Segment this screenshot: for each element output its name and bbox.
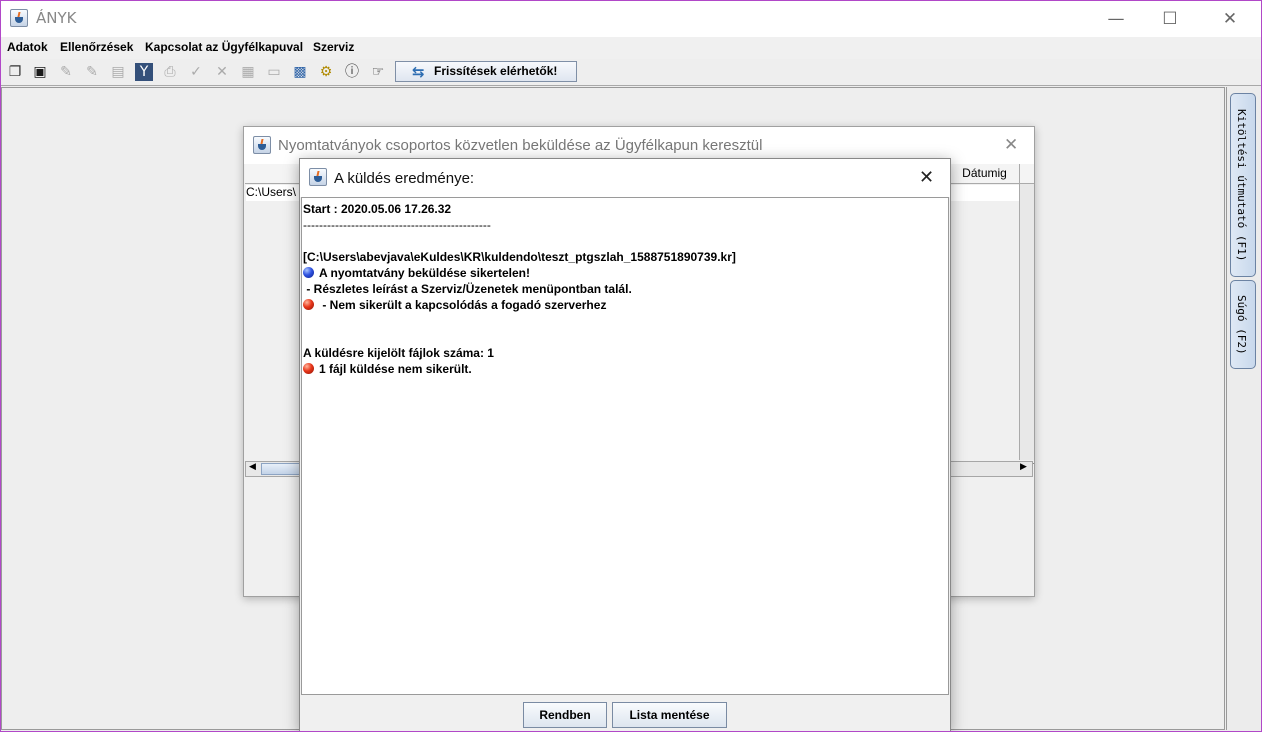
settings-icon[interactable]: ⚙ bbox=[317, 63, 335, 81]
save-list-button[interactable]: Lista mentése bbox=[612, 702, 727, 728]
java-app-icon bbox=[10, 9, 28, 27]
close-icon[interactable]: ✕ bbox=[1207, 7, 1253, 33]
send-result-dialog-title: A küldés eredménye: bbox=[334, 170, 475, 187]
send-result-dialog: A küldés eredménye: ✕ Start : 2020.05.06… bbox=[299, 158, 951, 732]
table-header-path[interactable] bbox=[245, 164, 300, 184]
updates-available-button[interactable]: ⇆ Frissítések elérhetők! bbox=[395, 61, 577, 82]
menu-szerviz[interactable]: Szerviz bbox=[313, 40, 354, 54]
menu-ellenorzesek[interactable]: Ellenőrzések bbox=[60, 40, 133, 54]
log-details: - Részletes leírást a Szerviz/Üzenetek m… bbox=[303, 282, 632, 296]
log-connection-error: - Nem sikerült a kapcsolódás a fogadó sz… bbox=[319, 298, 607, 312]
log-file-count: A küldésre kijelölt fájlok száma: 1 bbox=[303, 346, 494, 360]
bulk-send-dialog-title: Nyomtatványok csoportos közvetlen beküld… bbox=[278, 137, 763, 154]
menu-adatok[interactable]: Adatok bbox=[7, 40, 48, 54]
log-status-line: A nyomtatvány beküldése sikertelen! bbox=[303, 265, 948, 281]
menu-bar: Adatok Ellenőrzések Kapcsolat az Ügyfélk… bbox=[1, 37, 1261, 59]
blue-status-icon bbox=[303, 267, 314, 278]
main-title-bar[interactable]: ÁNYK — ☐ ✕ bbox=[1, 1, 1261, 37]
log-send-failed-line: 1 fájl küldése nem sikerült. bbox=[303, 361, 948, 377]
edit-doc2-icon[interactable]: ✎ bbox=[83, 63, 101, 81]
app-title: ÁNYK bbox=[36, 9, 77, 27]
form-icon[interactable]: Y bbox=[135, 63, 153, 81]
pages-icon[interactable]: ▦ bbox=[239, 63, 257, 81]
doc-icon[interactable]: ▤ bbox=[109, 63, 127, 81]
log-start-line: Start : 2020.05.06 17.26.32 bbox=[303, 202, 452, 216]
info-icon[interactable]: ⓘ bbox=[343, 63, 361, 81]
edit-doc-icon[interactable]: ✎ bbox=[57, 63, 75, 81]
ok-button[interactable]: Rendben bbox=[523, 702, 607, 728]
calculator-icon[interactable]: ▩ bbox=[291, 63, 309, 81]
pointer-hand-icon[interactable]: ☞ bbox=[369, 63, 387, 81]
result-log-area[interactable]: Start : 2020.05.06 17.26.32 ------------… bbox=[301, 197, 949, 695]
close-icon[interactable]: ✕ bbox=[1004, 135, 1018, 155]
delete-icon[interactable]: ✕ bbox=[213, 63, 231, 81]
scroll-thumb[interactable] bbox=[261, 463, 301, 475]
log-status-failed: A nyomtatvány beküldése sikertelen! bbox=[319, 266, 530, 280]
table-vertical-scrollbar[interactable] bbox=[1019, 184, 1034, 460]
save-icon[interactable]: ▣ bbox=[31, 63, 49, 81]
tab-sugo[interactable]: Súgó (F2) bbox=[1230, 280, 1256, 369]
minimize-icon[interactable]: — bbox=[1093, 7, 1139, 33]
print-icon[interactable]: ⎙ bbox=[161, 63, 179, 81]
log-empty-line bbox=[303, 329, 948, 345]
table-header-filler bbox=[1019, 164, 1034, 184]
updates-available-label: Frissítések elérhetők! bbox=[434, 64, 558, 78]
scroll-right-icon[interactable]: ▶ bbox=[1020, 462, 1027, 472]
send-result-dialog-title-bar[interactable]: A küldés eredménye: ✕ bbox=[300, 159, 950, 197]
log-connection-line: - Nem sikerült a kapcsolódás a fogadó sz… bbox=[303, 297, 948, 313]
scroll-left-icon[interactable]: ◀ bbox=[249, 462, 256, 472]
table-header-datumig[interactable]: Dátumig bbox=[949, 164, 1019, 184]
refresh-icon: ⇆ bbox=[412, 63, 425, 81]
log-empty-line bbox=[303, 313, 948, 329]
java-dialog-icon bbox=[253, 136, 271, 154]
copy-icon[interactable]: ❐ bbox=[6, 63, 24, 81]
keyboard-icon[interactable]: ▭ bbox=[265, 63, 283, 81]
log-file-path: [C:\Users\abevjava\eKuldes\KR\kuldendo\t… bbox=[303, 250, 736, 264]
maximize-icon[interactable]: ☐ bbox=[1147, 7, 1193, 33]
side-panel: Kitöltési útmutató (F1) Súgó (F2) bbox=[1226, 87, 1261, 730]
red-error-icon bbox=[303, 363, 314, 374]
toolbar: ❐ ▣ ✎ ✎ ▤ Y ⎙ ✓ ✕ ▦ ▭ ▩ ⚙ ⓘ ☞ ⇆ Frissíté… bbox=[1, 59, 1261, 86]
log-empty-line bbox=[303, 233, 948, 249]
red-error-icon bbox=[303, 299, 314, 310]
check-icon[interactable]: ✓ bbox=[187, 63, 205, 81]
tab-kitoltesi-utmutato[interactable]: Kitöltési útmutató (F1) bbox=[1230, 93, 1256, 277]
table-cell-path[interactable]: C:\Users\ bbox=[246, 185, 300, 201]
log-send-failed: 1 fájl küldése nem sikerült. bbox=[319, 362, 472, 376]
menu-ugyfelkapu[interactable]: Kapcsolat az Ügyfélkapuval bbox=[145, 40, 303, 54]
log-separator: ----------------------------------------… bbox=[303, 218, 491, 232]
close-icon[interactable]: ✕ bbox=[919, 167, 934, 188]
table-cell-date[interactable] bbox=[949, 185, 1019, 201]
java-dialog-icon bbox=[309, 168, 327, 186]
